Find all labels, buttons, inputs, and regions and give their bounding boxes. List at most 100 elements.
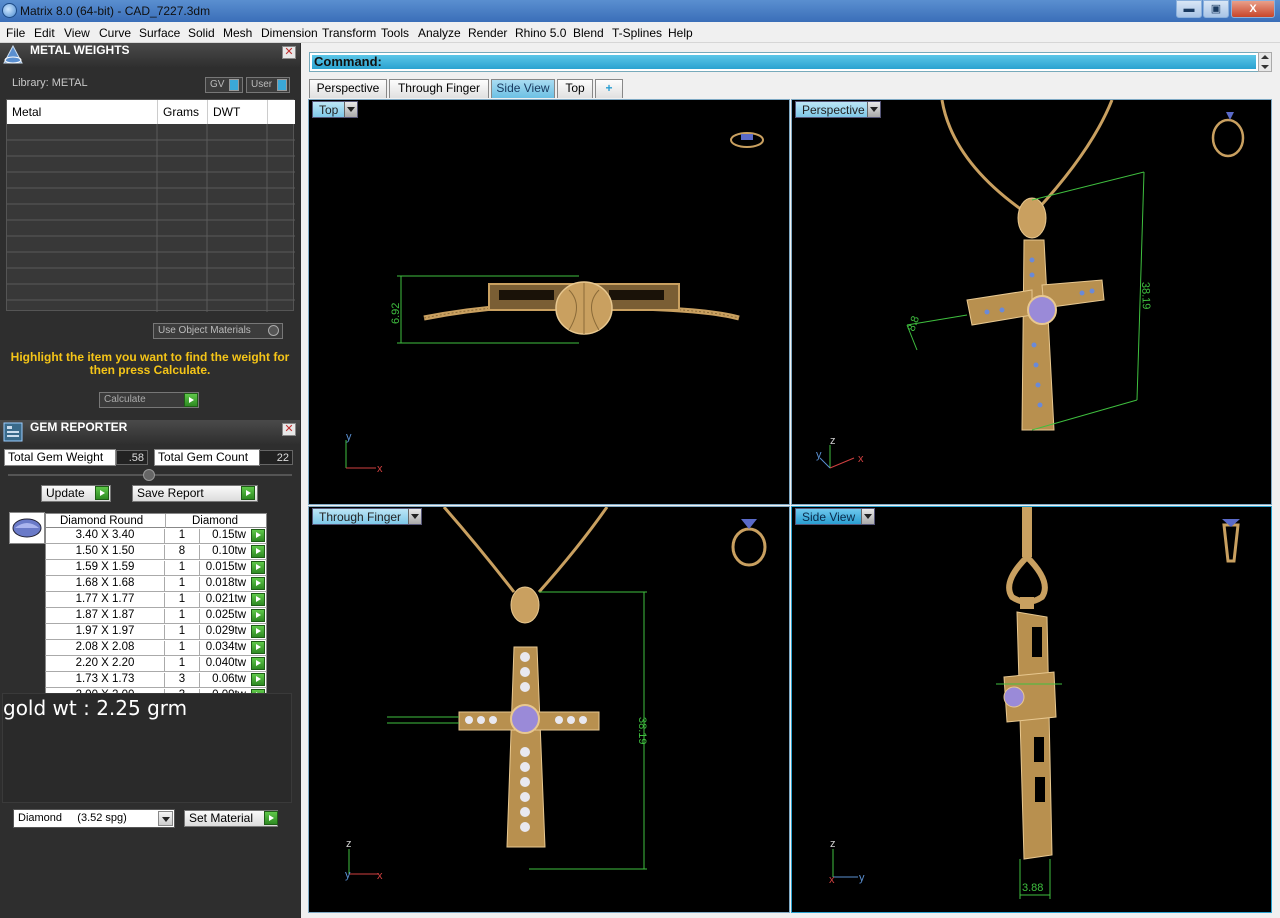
gem-row[interactable]: 1.50 X 1.50 8 0.10tw [45,544,267,560]
viewport-perspective[interactable]: 38.19 8.8 z y x Perspective [791,99,1272,505]
gem-row-arrow-icon[interactable] [251,529,265,542]
save-report-button[interactable]: Save Report [132,485,258,502]
splitter-handle[interactable] [143,469,155,481]
menu-surface[interactable]: Surface [139,26,180,40]
menu-curve[interactable]: Curve [99,26,131,40]
gem-weight: 0.021tw [205,593,246,605]
gem-row-arrow-icon[interactable] [251,641,265,654]
perspective-axis-x: x [858,453,864,465]
gem-row[interactable]: 1.59 X 1.59 1 0.015tw [45,560,267,576]
chevron-down-icon[interactable] [344,102,357,117]
menu-rhino[interactable]: Rhino 5.0 [515,26,566,40]
save-report-arrow-icon[interactable] [241,486,255,500]
tab-side-view[interactable]: Side View [491,79,555,98]
col-diamond: Diamond [192,515,239,527]
menu-edit[interactable]: Edit [34,26,55,40]
gem-row-arrow-icon[interactable] [251,673,265,686]
material-select[interactable]: Diamond (3.52 spg) [13,809,175,828]
gem-size: 1.77 X 1.77 [46,593,165,608]
menu-solid[interactable]: Solid [188,26,215,40]
round-gem-icon [12,518,42,538]
menu-tsplines[interactable]: T-Splines [612,26,662,40]
close-button[interactable]: X [1231,0,1275,18]
col-metal: Metal [12,105,42,119]
chevron-down-icon[interactable] [408,509,421,524]
chevron-down-icon[interactable] [861,509,874,524]
menu-render[interactable]: Render [468,26,507,40]
gem-weight: 0.10tw [212,545,246,557]
gem-size: 2.08 X 2.08 [46,641,165,656]
gem-count: 1 [165,609,200,624]
gem-row[interactable]: 2.20 X 2.20 1 0.040tw [45,656,267,672]
gem-count: 1 [165,577,200,592]
app-icon [2,3,17,18]
use-object-materials-checkbox[interactable]: Use Object Materials [153,323,283,339]
maximize-button[interactable]: ▣ [1203,0,1229,18]
menu-view[interactable]: View [64,26,90,40]
menu-mesh[interactable]: Mesh [223,26,252,40]
set-material-arrow-icon[interactable] [264,811,278,825]
tab-perspective[interactable]: Perspective [309,79,387,98]
viewport-top[interactable]: 6.92 y x Top [308,99,790,505]
gem-thumbnail[interactable] [9,512,45,544]
tab-top[interactable]: Top [557,79,593,98]
menu-dimension[interactable]: Dimension [261,26,318,40]
gem-size: 1.73 X 1.73 [46,673,165,688]
gem-row[interactable]: 2.08 X 2.08 1 0.034tw [45,640,267,656]
menu-file[interactable]: File [6,26,25,40]
menu-help[interactable]: Help [668,26,693,40]
gem-size: 1.68 X 1.68 [46,577,165,592]
tab-through-finger[interactable]: Through Finger [389,79,489,98]
save-report-label: Save Report [137,486,204,500]
metal-weights-header: METAL WEIGHTS ✕ [0,43,300,67]
gem-row[interactable]: 1.73 X 1.73 3 0.06tw [45,672,267,688]
metal-table[interactable]: Metal Grams DWT [6,99,295,312]
gem-size: 1.59 X 1.59 [46,561,165,576]
gem-row-arrow-icon[interactable] [251,577,265,590]
calculate-arrow-icon[interactable] [184,393,198,407]
minimize-button[interactable]: ▬ [1176,0,1202,18]
gem-weight: 0.015tw [205,561,246,573]
viewport-top-title: Top [319,103,339,117]
user-toggle-indicator [277,79,287,91]
viewport-through-finger-label[interactable]: Through Finger [312,508,422,525]
gem-row-arrow-icon[interactable] [251,657,265,670]
gem-count: 8 [165,545,200,560]
command-bar[interactable]: Command: [309,52,1259,72]
metal-weights-close-icon[interactable]: ✕ [282,46,296,59]
add-tab-button[interactable]: + [595,79,623,98]
gem-row[interactable]: 1.77 X 1.77 1 0.021tw [45,592,267,608]
viewport-side-view[interactable]: 3.88 z x y Side View [791,506,1272,913]
through-finger-view-model: 38.19 z y x [345,507,767,882]
viewport-side-view-label[interactable]: Side View [795,508,875,525]
gem-size: 2.20 X 2.20 [46,657,165,672]
gem-row[interactable]: 1.68 X 1.68 1 0.018tw [45,576,267,592]
gem-row-arrow-icon[interactable] [251,545,265,558]
gem-row-arrow-icon[interactable] [251,593,265,606]
metal-table-grid [7,124,295,312]
menu-transform[interactable]: Transform [322,26,376,40]
gem-row[interactable]: 3.40 X 3.40 1 0.15tw [45,528,267,544]
metal-weights-icon [3,44,23,64]
gem-row-arrow-icon[interactable] [251,561,265,574]
command-scroll[interactable] [1258,52,1272,72]
use-object-materials-radio[interactable] [268,325,279,336]
viewport-through-finger[interactable]: 38.19 z y x Through Finger [308,506,790,913]
chevron-down-icon[interactable] [158,811,173,826]
menu-tools[interactable]: Tools [381,26,409,40]
menu-analyze[interactable]: Analyze [418,26,461,40]
chevron-down-icon[interactable] [867,102,880,117]
update-arrow-icon[interactable] [95,486,109,500]
gem-row-arrow-icon[interactable] [251,625,265,638]
notes-area[interactable]: gold wt : 2.25 grm [2,693,292,803]
viewport-side-view-title: Side View [802,510,856,524]
gem-row-arrow-icon[interactable] [251,609,265,622]
viewport-top-label[interactable]: Top [312,101,358,118]
gem-row[interactable]: 1.87 X 1.87 1 0.025tw [45,608,267,624]
viewport-perspective-label[interactable]: Perspective [795,101,881,118]
menu-blend[interactable]: Blend [573,26,604,40]
material-value: Diamond (3.52 spg) [18,812,127,824]
gem-row[interactable]: 1.97 X 1.97 1 0.029tw [45,624,267,640]
gem-weight: 0.025tw [205,609,246,621]
gem-reporter-close-icon[interactable]: ✕ [282,423,296,436]
